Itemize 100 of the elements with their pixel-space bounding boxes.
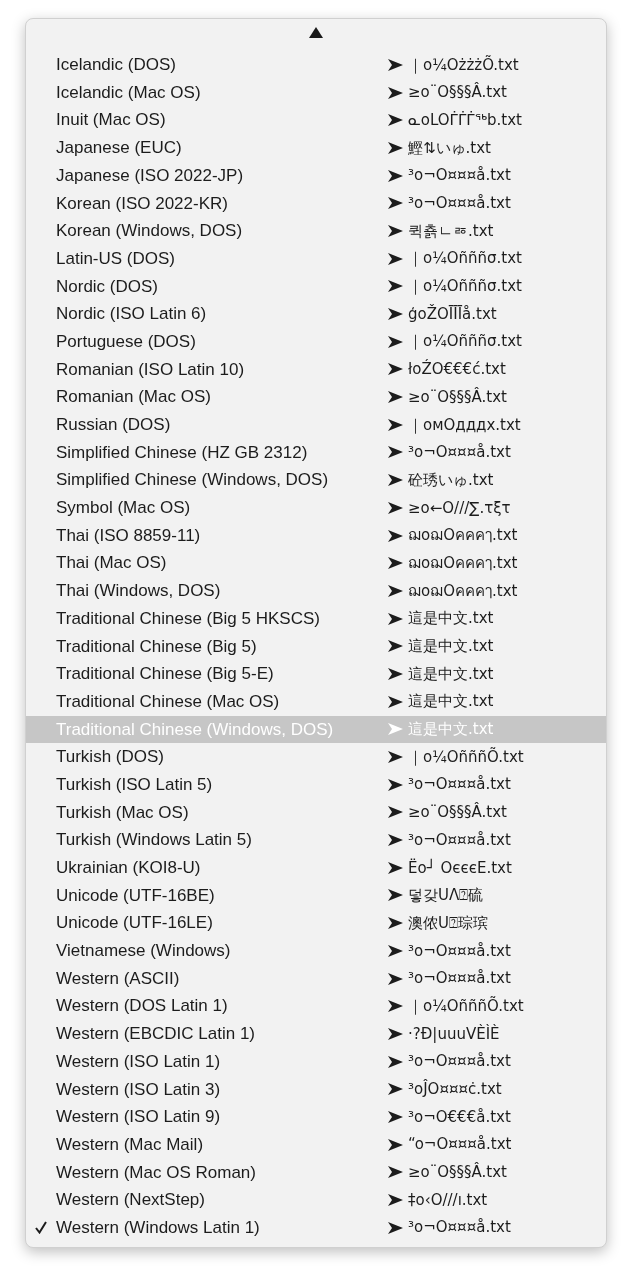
- menu-item[interactable]: Western (NextStep) ‡o‹O///ı.txt: [26, 1186, 606, 1214]
- arrow-icon: [388, 169, 403, 182]
- menu-item[interactable]: Unicode (UTF-16LE) 澳侬U⍰琮瑸: [26, 909, 606, 937]
- arrow-icon: [388, 889, 403, 902]
- encoding-label: Nordic (ISO Latin 6): [56, 303, 208, 326]
- sample-filename: ｜омОдддх.txt: [408, 414, 521, 436]
- encoding-label: Icelandic (DOS): [56, 54, 177, 77]
- sample-filename: ≥o¨O§§§Â.txt: [408, 1161, 507, 1184]
- menu-item[interactable]: Western (ISO Latin 9) ³o¬O€€€å.txt: [26, 1103, 606, 1131]
- menu-item[interactable]: Thai (Windows, DOS) ฌoฌOคคคๅ.txt: [26, 577, 606, 605]
- menu-item[interactable]: Western (ISO Latin 3) ³oĴO¤¤¤ċ.txt: [26, 1075, 606, 1104]
- arrow-icon: [388, 1138, 403, 1151]
- sample-filename: 這是中文.txt: [408, 663, 494, 685]
- menu-item[interactable]: Romanian (Mac OS) ≥o¨O§§§Â.txt: [26, 383, 606, 411]
- encoding-label: Ukrainian (KOI8-U): [56, 857, 202, 880]
- menu-item[interactable]: Russian (DOS) ｜омОдддх.txt: [26, 410, 606, 439]
- menu-item[interactable]: Western (DOS Latin 1) ｜o¼OñññÕ.txt: [26, 992, 606, 1021]
- encoding-label: Japanese (EUC): [56, 137, 183, 160]
- menu-item[interactable]: Western (Mac Mail) “o¬O¤¤¤å.txt: [26, 1130, 606, 1159]
- arrow-icon: [388, 1110, 403, 1123]
- menu-item[interactable]: Inuit (Mac OS) ᓇoLOᒦᒦᒦᖅb.txt: [26, 106, 606, 135]
- menu-item[interactable]: Simplified Chinese (Windows, DOS) 砼琇いゅ.txt: [26, 466, 606, 494]
- encoding-label: Unicode (UTF-16LE): [56, 912, 214, 935]
- menu-item[interactable]: Traditional Chinese (Mac OS) 這是中文.txt: [26, 687, 606, 716]
- arrow-icon: [388, 695, 403, 708]
- arrow-icon: [388, 391, 403, 404]
- arrow-icon: [388, 584, 403, 597]
- menu-item[interactable]: Latin-US (DOS) ｜o¼Oñññσ.txt: [26, 244, 606, 273]
- menu-item[interactable]: Western (ISO Latin 1) ³o¬O¤¤¤å.txt: [26, 1047, 606, 1076]
- menu-item[interactable]: Symbol (Mac OS) ≥o←O///∑.τξτ: [26, 494, 606, 522]
- menu-item[interactable]: Western (Mac OS Roman) ≥o¨O§§§Â.txt: [26, 1158, 606, 1187]
- arrow-icon: [388, 972, 403, 985]
- sample-filename: ³o¬O¤¤¤å.txt: [408, 1051, 511, 1073]
- encoding-label: Thai (ISO 8859-11): [56, 524, 202, 547]
- sample-filename: Ëo┘ OєєєE.txt: [408, 857, 512, 879]
- sample-filename: 澳侬U⍰琮瑸: [408, 912, 488, 934]
- menu-item[interactable]: Western (Windows Latin 1) ³o¬O¤¤¤å.txt: [26, 1213, 606, 1242]
- menu-item[interactable]: Japanese (EUC) 鰹⇅いゅ.txt: [26, 134, 606, 162]
- arrow-icon: [388, 612, 403, 625]
- sample-filename: ฌoฌOคคคๅ.txt: [408, 525, 518, 547]
- encoding-label: Western (NextStep): [56, 1189, 206, 1212]
- sample-filename: ·?Ð|uuuVÈÌÈ: [408, 1023, 500, 1045]
- menu-item[interactable]: Korean (Windows, DOS) 퀵춁ㄴㅭ.txt: [26, 217, 606, 245]
- sample-filename: “o¬O¤¤¤å.txt: [408, 1134, 512, 1156]
- menu-item[interactable]: Korean (ISO 2022-KR) ³o¬O¤¤¤å.txt: [26, 189, 606, 218]
- sample-filename: 덯갖UΛ⍰硫: [408, 885, 484, 907]
- sample-filename: ｜o¼OñññÕ.txt: [408, 995, 524, 1017]
- encoding-label: Symbol (Mac OS): [56, 497, 192, 520]
- menu-item[interactable]: Western (EBCDIC Latin 1) ·?Ð|uuuVÈÌÈ: [26, 1020, 606, 1048]
- arrow-icon: [388, 501, 403, 514]
- menu-item[interactable]: Turkish (DOS) ｜o¼OñññÕ.txt: [26, 743, 606, 771]
- sample-filename: 砼琇いゅ.txt: [408, 469, 494, 491]
- arrow-icon: [388, 418, 403, 431]
- menu-item[interactable]: Traditional Chinese (Big 5 HKSCS) 這是中文.txt: [26, 604, 606, 633]
- encoding-label: Romanian (Mac OS): [56, 386, 212, 409]
- menu-item[interactable]: Ukrainian (KOI8-U) Ëo┘ OєєєE.txt: [26, 853, 606, 882]
- menu-item[interactable]: Nordic (ISO Latin 6) ģoŽOĪĪĪå.txt: [26, 300, 606, 328]
- encoding-label: Simplified Chinese (HZ GB 2312): [56, 441, 309, 464]
- menu-item[interactable]: Icelandic (DOS) ｜o¼OżżżÕ.txt: [26, 51, 606, 79]
- menu-item[interactable]: Japanese (ISO 2022-JP) ³o¬O¤¤¤å.txt: [26, 161, 606, 190]
- encoding-label: Turkish (DOS): [56, 746, 165, 769]
- sample-filename: ｜o¼Oñññσ.txt: [408, 276, 522, 298]
- menu-item[interactable]: Simplified Chinese (HZ GB 2312) ³o¬O¤¤¤å.txt: [26, 438, 606, 467]
- arrow-icon: [388, 667, 403, 680]
- encoding-label: Inuit (Mac OS): [56, 109, 167, 132]
- menu-item[interactable]: Romanian (ISO Latin 10) łoŹO€€€ć.txt: [26, 355, 606, 384]
- sample-filename: ᓇoLOᒦᒦᒦᖅb.txt: [408, 109, 522, 131]
- sample-filename: ≥o¨O§§§Â.txt: [408, 386, 507, 408]
- encoding-label: Western (Windows Latin 1): [56, 1216, 261, 1239]
- menu-item[interactable]: Portuguese (DOS) ｜o¼Oñññσ.txt: [26, 327, 606, 356]
- menu-item[interactable]: Western (ASCII) ³o¬O¤¤¤å.txt: [26, 964, 606, 993]
- menu-item[interactable]: Thai (ISO 8859-11) ฌoฌOคคคๅ.txt: [26, 521, 606, 550]
- menu-item[interactable]: Turkish (Mac OS) ≥o¨O§§§Â.txt: [26, 798, 606, 827]
- sample-filename: ³o¬O¤¤¤å.txt: [408, 774, 511, 796]
- menu-item[interactable]: Vietnamese (Windows) ³o¬O¤¤¤å.txt: [26, 937, 606, 965]
- encoding-label: Thai (Mac OS): [56, 552, 168, 575]
- menu-item[interactable]: Traditional Chinese (Big 5-E) 這是中文.txt: [26, 660, 606, 688]
- arrow-icon: [388, 1083, 403, 1096]
- menu-item[interactable]: Thai (Mac OS) ฌoฌOคคคๅ.txt: [26, 549, 606, 578]
- encoding-label: Simplified Chinese (Windows, DOS): [56, 469, 330, 492]
- menu-item[interactable]: Traditional Chinese (Big 5) 這是中文.txt: [26, 632, 606, 661]
- menu-item[interactable]: Unicode (UTF-16BE) 덯갖UΛ⍰硫: [26, 881, 606, 910]
- encoding-label: Western (EBCDIC Latin 1): [56, 1023, 257, 1046]
- menu-item[interactable]: Icelandic (Mac OS) ≥o¨O§§§Â.txt: [26, 78, 606, 107]
- arrow-icon: [388, 751, 403, 764]
- scroll-up-icon[interactable]: [309, 27, 323, 38]
- arrow-icon: [388, 335, 403, 348]
- arrow-icon: [388, 280, 403, 293]
- encoding-label: Korean (ISO 2022-KR): [56, 192, 229, 215]
- menu-item[interactable]: Turkish (ISO Latin 5) ³o¬O¤¤¤å.txt: [26, 770, 606, 799]
- arrow-icon: [388, 944, 403, 957]
- sample-filename: ³o¬O¤¤¤å.txt: [408, 968, 511, 990]
- encoding-label: Traditional Chinese (Windows, DOS): [56, 718, 335, 741]
- menu-item[interactable]: Turkish (Windows Latin 5) ³o¬O¤¤¤å.txt: [26, 826, 606, 854]
- arrow-icon: [388, 141, 403, 154]
- arrow-icon: [388, 557, 403, 570]
- menu-item[interactable]: Nordic (DOS) ｜o¼Oñññσ.txt: [26, 272, 606, 301]
- arrow-icon: [388, 474, 403, 487]
- encoding-label: Romanian (ISO Latin 10): [56, 358, 246, 381]
- arrow-icon: [388, 806, 403, 819]
